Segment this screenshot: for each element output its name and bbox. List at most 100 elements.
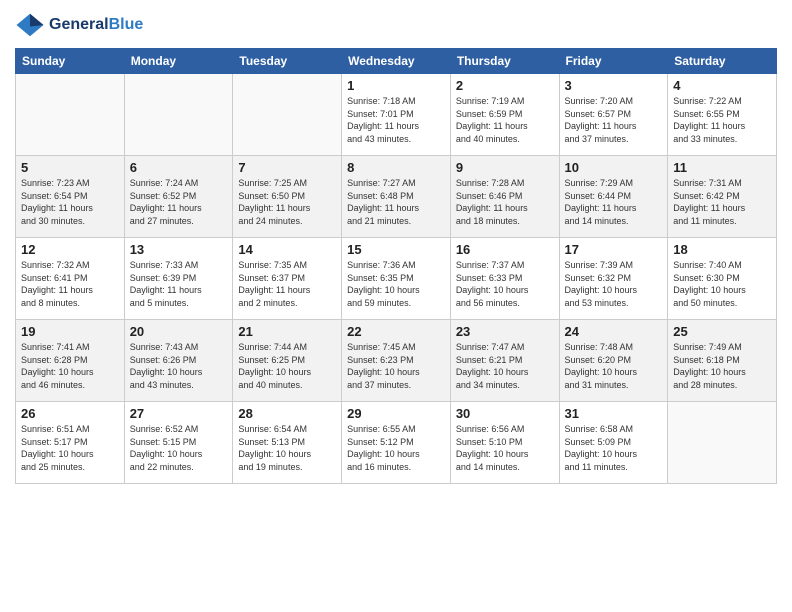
day-number: 23 <box>456 324 554 339</box>
day-info: Sunrise: 7:49 AM Sunset: 6:18 PM Dayligh… <box>673 341 771 391</box>
calendar-week-row: 19 Sunrise: 7:41 AM Sunset: 6:28 PM Dayli… <box>16 320 777 402</box>
day-info: Sunrise: 6:58 AM Sunset: 5:09 PM Dayligh… <box>565 423 663 473</box>
day-info: Sunrise: 6:52 AM Sunset: 5:15 PM Dayligh… <box>130 423 228 473</box>
day-info: Sunrise: 7:44 AM Sunset: 6:25 PM Dayligh… <box>238 341 336 391</box>
calendar-cell: 3 Sunrise: 7:20 AM Sunset: 6:57 PM Daylig… <box>559 74 668 156</box>
calendar-cell: 27 Sunrise: 6:52 AM Sunset: 5:15 PM Dayli… <box>124 402 233 484</box>
day-info: Sunrise: 7:33 AM Sunset: 6:39 PM Dayligh… <box>130 259 228 309</box>
day-info: Sunrise: 7:43 AM Sunset: 6:26 PM Dayligh… <box>130 341 228 391</box>
day-number: 6 <box>130 160 228 175</box>
logo: GeneralBlue <box>15 10 143 40</box>
day-info: Sunrise: 7:40 AM Sunset: 6:30 PM Dayligh… <box>673 259 771 309</box>
day-info: Sunrise: 6:54 AM Sunset: 5:13 PM Dayligh… <box>238 423 336 473</box>
day-number: 13 <box>130 242 228 257</box>
day-info: Sunrise: 6:55 AM Sunset: 5:12 PM Dayligh… <box>347 423 445 473</box>
calendar-cell <box>124 74 233 156</box>
calendar-cell: 25 Sunrise: 7:49 AM Sunset: 6:18 PM Dayli… <box>668 320 777 402</box>
calendar-cell: 26Sunrise: 6:51 AM Sunset: 5:17 PM Dayli… <box>16 402 125 484</box>
page-header: GeneralBlue <box>15 10 777 40</box>
day-info: Sunrise: 7:31 AM Sunset: 6:42 PM Dayligh… <box>673 177 771 227</box>
calendar-cell: 6Sunrise: 7:24 AM Sunset: 6:52 PM Daylig… <box>124 156 233 238</box>
day-info: Sunrise: 7:23 AM Sunset: 6:54 PM Dayligh… <box>21 177 119 227</box>
day-number: 21 <box>238 324 336 339</box>
calendar-cell: 8Sunrise: 7:27 AM Sunset: 6:48 PM Daylig… <box>342 156 451 238</box>
calendar-cell: 31Sunrise: 6:58 AM Sunset: 5:09 PM Dayli… <box>559 402 668 484</box>
calendar-cell: 24 Sunrise: 7:48 AM Sunset: 6:20 PM Dayli… <box>559 320 668 402</box>
day-number: 9 <box>456 160 554 175</box>
calendar-header-row: SundayMondayTuesdayWednesdayThursdayFrid… <box>16 49 777 74</box>
day-info: Sunrise: 7:32 AM Sunset: 6:41 PM Dayligh… <box>21 259 119 309</box>
day-number: 1 <box>347 78 445 93</box>
day-of-week-header: Sunday <box>16 49 125 74</box>
day-info: Sunrise: 7:45 AM Sunset: 6:23 PM Dayligh… <box>347 341 445 391</box>
calendar-week-row: 1 Sunrise: 7:18 AM Sunset: 7:01 PM Daylig… <box>16 74 777 156</box>
calendar-cell: 19 Sunrise: 7:41 AM Sunset: 6:28 PM Dayli… <box>16 320 125 402</box>
calendar-table: SundayMondayTuesdayWednesdayThursdayFrid… <box>15 48 777 484</box>
calendar-cell: 22Sunrise: 7:45 AM Sunset: 6:23 PM Dayli… <box>342 320 451 402</box>
day-number: 16 <box>456 242 554 257</box>
day-of-week-header: Wednesday <box>342 49 451 74</box>
day-number: 3 <box>565 78 663 93</box>
day-number: 25 <box>673 324 771 339</box>
calendar-cell: 13 Sunrise: 7:33 AM Sunset: 6:39 PM Dayli… <box>124 238 233 320</box>
day-info: Sunrise: 7:19 AM Sunset: 6:59 PM Dayligh… <box>456 95 554 145</box>
day-info: Sunrise: 7:39 AM Sunset: 6:32 PM Dayligh… <box>565 259 663 309</box>
day-number: 14 <box>238 242 336 257</box>
day-number: 15 <box>347 242 445 257</box>
calendar-cell: 5 Sunrise: 7:23 AM Sunset: 6:54 PM Daylig… <box>16 156 125 238</box>
calendar-week-row: 26Sunrise: 6:51 AM Sunset: 5:17 PM Dayli… <box>16 402 777 484</box>
day-info: Sunrise: 7:25 AM Sunset: 6:50 PM Dayligh… <box>238 177 336 227</box>
calendar-week-row: 12 Sunrise: 7:32 AM Sunset: 6:41 PM Dayli… <box>16 238 777 320</box>
day-number: 18 <box>673 242 771 257</box>
day-info: Sunrise: 7:35 AM Sunset: 6:37 PM Dayligh… <box>238 259 336 309</box>
page-container: GeneralBlue SundayMondayTuesdayWednesday… <box>0 0 792 494</box>
day-info: Sunrise: 6:56 AM Sunset: 5:10 PM Dayligh… <box>456 423 554 473</box>
day-info: Sunrise: 7:36 AM Sunset: 6:35 PM Dayligh… <box>347 259 445 309</box>
calendar-cell: 17 Sunrise: 7:39 AM Sunset: 6:32 PM Dayli… <box>559 238 668 320</box>
logo-icon <box>15 10 45 40</box>
day-number: 29 <box>347 406 445 421</box>
day-info: Sunrise: 7:29 AM Sunset: 6:44 PM Dayligh… <box>565 177 663 227</box>
day-of-week-header: Friday <box>559 49 668 74</box>
day-number: 10 <box>565 160 663 175</box>
day-of-week-header: Thursday <box>450 49 559 74</box>
day-info: Sunrise: 7:48 AM Sunset: 6:20 PM Dayligh… <box>565 341 663 391</box>
day-of-week-header: Monday <box>124 49 233 74</box>
day-number: 24 <box>565 324 663 339</box>
day-info: Sunrise: 7:28 AM Sunset: 6:46 PM Dayligh… <box>456 177 554 227</box>
day-number: 4 <box>673 78 771 93</box>
day-number: 12 <box>21 242 119 257</box>
day-info: Sunrise: 7:18 AM Sunset: 7:01 PM Dayligh… <box>347 95 445 145</box>
day-number: 30 <box>456 406 554 421</box>
day-info: Sunrise: 7:41 AM Sunset: 6:28 PM Dayligh… <box>21 341 119 391</box>
day-number: 20 <box>130 324 228 339</box>
calendar-cell: 4Sunrise: 7:22 AM Sunset: 6:55 PM Daylig… <box>668 74 777 156</box>
calendar-cell: 9 Sunrise: 7:28 AM Sunset: 6:46 PM Daylig… <box>450 156 559 238</box>
day-of-week-header: Tuesday <box>233 49 342 74</box>
day-info: Sunrise: 7:47 AM Sunset: 6:21 PM Dayligh… <box>456 341 554 391</box>
day-number: 7 <box>238 160 336 175</box>
calendar-cell: 10 Sunrise: 7:29 AM Sunset: 6:44 PM Dayli… <box>559 156 668 238</box>
day-number: 17 <box>565 242 663 257</box>
calendar-cell: 28 Sunrise: 6:54 AM Sunset: 5:13 PM Dayli… <box>233 402 342 484</box>
calendar-cell: 21 Sunrise: 7:44 AM Sunset: 6:25 PM Dayli… <box>233 320 342 402</box>
calendar-cell: 14 Sunrise: 7:35 AM Sunset: 6:37 PM Dayli… <box>233 238 342 320</box>
day-info: Sunrise: 7:20 AM Sunset: 6:57 PM Dayligh… <box>565 95 663 145</box>
day-number: 28 <box>238 406 336 421</box>
logo-text: GeneralBlue <box>49 16 143 34</box>
calendar-cell: 1 Sunrise: 7:18 AM Sunset: 7:01 PM Daylig… <box>342 74 451 156</box>
calendar-cell: 30 Sunrise: 6:56 AM Sunset: 5:10 PM Dayli… <box>450 402 559 484</box>
calendar-week-row: 5 Sunrise: 7:23 AM Sunset: 6:54 PM Daylig… <box>16 156 777 238</box>
calendar-cell: 16 Sunrise: 7:37 AM Sunset: 6:33 PM Dayli… <box>450 238 559 320</box>
calendar-cell: 23 Sunrise: 7:47 AM Sunset: 6:21 PM Dayli… <box>450 320 559 402</box>
day-number: 26 <box>21 406 119 421</box>
calendar-cell <box>668 402 777 484</box>
calendar-cell <box>233 74 342 156</box>
day-number: 5 <box>21 160 119 175</box>
day-number: 19 <box>21 324 119 339</box>
calendar-cell: 12 Sunrise: 7:32 AM Sunset: 6:41 PM Dayli… <box>16 238 125 320</box>
day-number: 27 <box>130 406 228 421</box>
day-info: Sunrise: 7:37 AM Sunset: 6:33 PM Dayligh… <box>456 259 554 309</box>
day-number: 11 <box>673 160 771 175</box>
calendar-cell: 29 Sunrise: 6:55 AM Sunset: 5:12 PM Dayli… <box>342 402 451 484</box>
